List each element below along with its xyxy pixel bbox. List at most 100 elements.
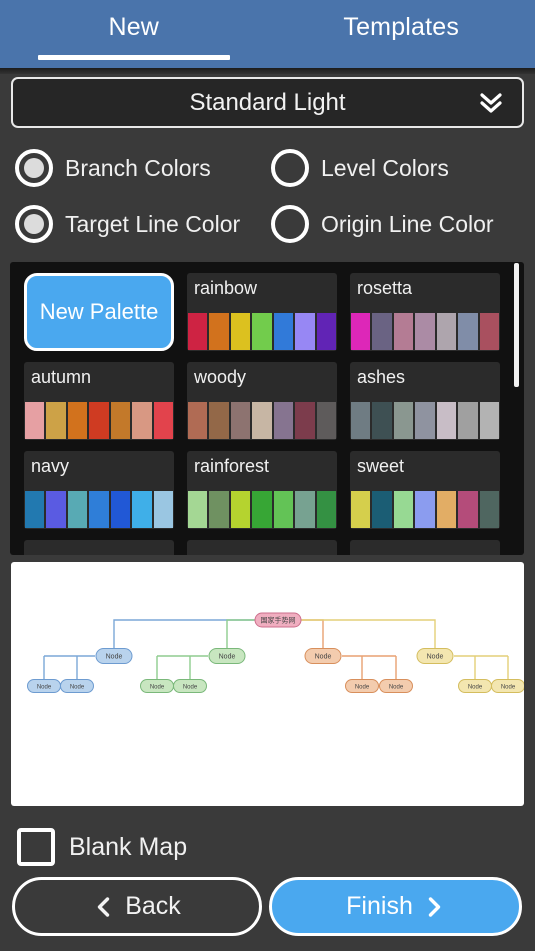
palette-swatch — [230, 491, 251, 528]
mindmap-node-level1[interactable]: Node — [208, 648, 246, 664]
palette-swatch — [209, 402, 229, 439]
mindmap-node-level1[interactable]: Node — [416, 648, 454, 664]
mindmap-node-level1[interactable]: Node — [95, 648, 133, 664]
palette-grid: New Palette rainbow rosetta autumn woody ash… — [24, 273, 502, 555]
palette-swatch — [188, 491, 208, 528]
mindmap-node-level2[interactable]: Node — [140, 679, 174, 693]
palette-swatch — [372, 402, 392, 439]
tab-bar: New Templates — [0, 0, 535, 68]
radio-branch-colors[interactable]: Branch Colors — [15, 149, 271, 187]
palette-swatches — [187, 402, 337, 440]
color-mode-row-1: Branch Colors Level Colors — [0, 140, 535, 196]
mindmap-node-level2[interactable]: Node — [458, 679, 492, 693]
palette-card-ashes[interactable]: ashes — [350, 362, 500, 440]
theme-select-value: Standard Light — [189, 88, 346, 116]
mindmap-node-level2[interactable]: Node — [60, 679, 94, 693]
palette-swatch — [393, 313, 414, 350]
theme-select[interactable]: Standard Light — [11, 77, 524, 128]
radio-target-line-color[interactable]: Target Line Color — [15, 205, 271, 243]
blank-map-checkbox[interactable] — [17, 828, 55, 866]
palette-swatches — [187, 313, 337, 351]
radio-level-colors-indicator[interactable] — [271, 149, 309, 187]
palette-swatch — [25, 402, 45, 439]
palette-swatch — [351, 402, 371, 439]
chevron-double-down-icon — [478, 90, 504, 116]
blank-map-checkbox-row[interactable]: Blank Map — [17, 828, 187, 866]
palette-swatch — [479, 402, 499, 439]
mindmap-node-level2[interactable]: Node — [173, 679, 207, 693]
palette-swatch — [316, 491, 336, 528]
tab-templates[interactable]: Templates — [268, 0, 535, 68]
palette-swatch — [372, 313, 392, 350]
palette-swatches — [24, 402, 174, 440]
palette-swatches — [350, 491, 500, 529]
finish-button-label: Finish — [346, 892, 413, 920]
palette-card-partial[interactable] — [24, 540, 174, 555]
mindmap-node-label: Node — [501, 684, 516, 690]
mindmap-preview: Node Node Node Node Node Node Node Node Node Node… — [11, 562, 524, 806]
radio-level-colors[interactable]: Level Colors — [271, 149, 449, 187]
radio-branch-colors-indicator[interactable] — [15, 149, 53, 187]
palette-swatches — [187, 491, 337, 529]
new-palette-button[interactable]: New Palette — [24, 273, 174, 351]
palette-swatch — [188, 402, 208, 439]
mindmap-node-level2[interactable]: Node — [379, 679, 413, 693]
palette-card-rosetta[interactable]: rosetta — [350, 273, 500, 351]
color-mode-row-2: Target Line Color Origin Line Color — [0, 196, 535, 252]
palette-swatch — [458, 313, 478, 350]
palette-card-partial[interactable] — [350, 540, 500, 555]
palette-card-partial[interactable] — [187, 540, 337, 555]
mindmap-node-level2[interactable]: Node — [491, 679, 525, 693]
palette-swatch — [46, 402, 66, 439]
palette-swatch — [316, 313, 336, 350]
back-button[interactable]: Back — [12, 877, 262, 936]
palette-card-sweet[interactable]: sweet — [350, 451, 500, 529]
radio-origin-line-color-indicator[interactable] — [271, 205, 309, 243]
mindmap-preview-svg: Node Node Node Node Node Node Node Node Node Node… — [27, 612, 525, 693]
tab-active-underline — [37, 55, 230, 60]
palette-swatch — [295, 402, 315, 439]
palette-swatches — [24, 491, 174, 529]
mindmap-node-level1[interactable]: Node — [304, 648, 342, 664]
mindmap-node-level2[interactable]: Node — [345, 679, 379, 693]
palette-card-autumn[interactable]: autumn — [24, 362, 174, 440]
palette-card-woody[interactable]: woody — [187, 362, 337, 440]
palette-scrollbar[interactable] — [514, 263, 519, 387]
palette-card-rainforest[interactable]: rainforest — [187, 451, 337, 529]
palette-swatch — [89, 491, 109, 528]
palette-card-name: ashes — [357, 367, 406, 387]
palette-swatches — [350, 402, 500, 440]
palette-swatch — [316, 402, 336, 439]
finish-button[interactable]: Finish — [269, 877, 522, 936]
palette-card-navy[interactable]: navy — [24, 451, 174, 529]
mindmap-node-label: Node — [70, 684, 85, 690]
chevron-right-icon — [423, 896, 445, 918]
palette-swatch — [273, 313, 294, 350]
palette-swatch — [153, 491, 173, 528]
palette-swatch — [110, 491, 131, 528]
mindmap-root-node[interactable]: 国家手势网 — [254, 612, 302, 628]
palette-card-name: autumn — [31, 367, 92, 387]
palette-swatch — [89, 402, 109, 439]
palette-swatch — [252, 313, 272, 350]
palette-swatch — [67, 491, 88, 528]
palette-swatch — [110, 402, 131, 439]
palette-swatch — [252, 402, 272, 439]
palette-swatch — [132, 491, 152, 528]
palette-swatch — [436, 402, 457, 439]
tab-templates-label: Templates — [343, 12, 460, 41]
palette-swatch — [479, 313, 499, 350]
mindmap-node-label: Node — [427, 653, 444, 660]
radio-target-line-color-indicator[interactable] — [15, 205, 53, 243]
palette-swatch — [230, 402, 251, 439]
palette-card-name: rainbow — [194, 278, 258, 298]
mindmap-node-label: 国家手势网 — [261, 615, 296, 624]
tab-new[interactable]: New — [0, 0, 268, 68]
palette-swatch — [273, 491, 294, 528]
tab-bar-shadow — [0, 68, 535, 74]
palette-swatch — [273, 402, 294, 439]
radio-origin-line-color[interactable]: Origin Line Color — [271, 205, 494, 243]
radio-origin-line-color-label: Origin Line Color — [321, 210, 494, 237]
mindmap-node-level2[interactable]: Node — [27, 679, 61, 693]
palette-card-rainbow[interactable]: rainbow — [187, 273, 337, 351]
